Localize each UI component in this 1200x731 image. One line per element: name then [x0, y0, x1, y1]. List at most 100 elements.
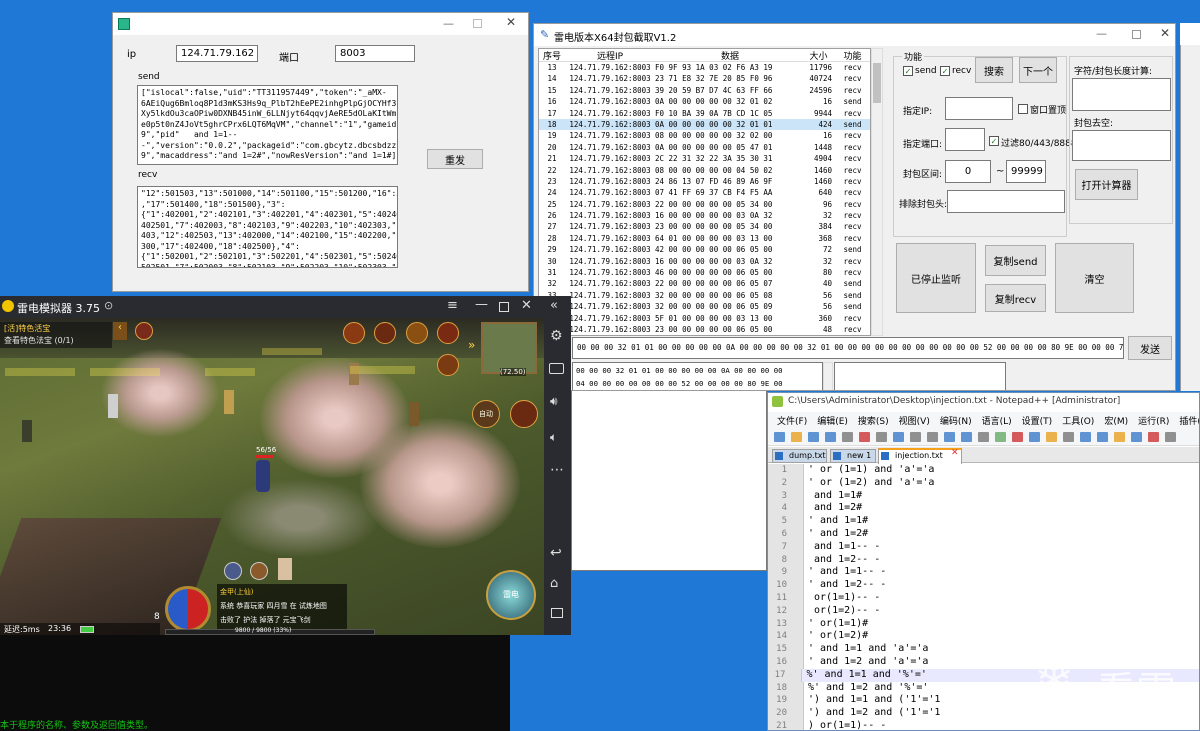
maximize-icon[interactable] [473, 19, 482, 28]
clear-button[interactable]: 清空 [1055, 243, 1134, 313]
keyboard-icon[interactable] [549, 363, 564, 374]
editor-line[interactable]: 1 ' or (1=1) and 'a'='a [768, 464, 1199, 477]
menu-item[interactable]: 语言(L) [977, 412, 1017, 428]
game-screen[interactable]: 56/56 [活]特色活宝 查看特色法宝 (0/1) ‹ » (72.50) 自… [0, 318, 544, 635]
editor-line[interactable]: 4 and 1=2# [768, 502, 1199, 516]
gamepad-icon[interactable]: ⊙ [104, 299, 113, 312]
activity-icon[interactable] [437, 354, 459, 376]
open-calc-button[interactable]: 打开计算器 [1075, 169, 1138, 200]
next-button[interactable]: 下一个 [1019, 57, 1057, 83]
packet-table[interactable]: 序号 远程IP 数据 大小 功能 13 124.71.79.162:8003 F0 … [538, 48, 871, 336]
attack-button[interactable]: 雷电 [486, 570, 536, 620]
search-button[interactable]: 搜索 [975, 57, 1013, 83]
activity-icon[interactable] [437, 322, 459, 344]
menu-item[interactable]: 工具(O) [1057, 412, 1099, 428]
toolbar-icon[interactable] [1063, 432, 1074, 442]
toolbar-icon[interactable] [893, 432, 904, 442]
table-row[interactable]: 14 124.71.79.162:8003 23 71 E8 32 7E 20 85… [539, 73, 870, 84]
table-row[interactable]: 28 124.71.79.162:8003 64 01 00 00 00 00 03… [539, 233, 870, 244]
back-icon[interactable]: ↩ [550, 545, 562, 561]
window-top-checkbox[interactable] [1018, 104, 1028, 114]
npc[interactable] [224, 390, 234, 414]
char-calc-input[interactable] [1072, 78, 1171, 111]
table-row[interactable]: 18 124.71.79.162:8003 0A 00 00 00 00 00 32… [539, 118, 870, 131]
toolbar-icon[interactable] [995, 432, 1006, 442]
toolbar-icon[interactable] [1114, 432, 1125, 442]
recent-apps-icon[interactable] [551, 608, 563, 618]
editor-line[interactable]: 12 or(1=2)-- - [768, 604, 1199, 618]
more-icon[interactable]: ⋯ [550, 462, 564, 478]
send-checkbox[interactable]: ✓ [903, 66, 913, 76]
resend-button[interactable]: 重发 [427, 149, 483, 169]
stop-listen-button[interactable]: 已停止监听 [896, 243, 976, 313]
toolbar-icon[interactable] [859, 432, 870, 442]
item-slot[interactable] [278, 558, 292, 580]
menu-item[interactable]: 视图(V) [894, 412, 935, 428]
toolbar-icon[interactable] [842, 432, 853, 442]
menu-item[interactable]: 搜索(S) [853, 412, 894, 428]
table-row[interactable]: 30 124.71.79.162:8003 16 00 00 00 00 00 03… [539, 256, 870, 267]
expand-icon[interactable]: » [468, 338, 475, 352]
toolbar-icon[interactable] [1148, 432, 1159, 442]
table-row[interactable]: 31 124.71.79.162:8003 46 00 00 00 00 00 06… [539, 267, 870, 278]
editor-line[interactable]: 6 ' and 1=2# [768, 527, 1199, 541]
collapse-icon[interactable]: « [550, 298, 558, 313]
tab-injection[interactable]: injection.txt [878, 448, 962, 464]
editor-line[interactable]: 5 ' and 1=1# [768, 515, 1199, 528]
buff-icon[interactable] [135, 322, 153, 340]
toolbar-icon[interactable] [774, 432, 785, 442]
hex-dump-scrollbar[interactable] [823, 362, 833, 390]
activity-icon[interactable] [374, 322, 396, 344]
recv-textarea[interactable]: "12":501503,"13":501000,"14":501100,"15"… [137, 186, 398, 268]
send-button[interactable]: 发送 [1128, 336, 1172, 360]
send-textarea[interactable]: ["islocal":false,"uid":"TT311957449","to… [137, 85, 398, 165]
toolbar-icon[interactable] [944, 432, 955, 442]
col-header[interactable]: 大小 [805, 49, 835, 61]
menu-item[interactable]: 编辑(E) [812, 412, 853, 428]
range-to-input[interactable]: 99999 [1006, 160, 1046, 183]
table-row[interactable]: 25 124.71.79.162:8003 22 00 00 00 00 00 05… [539, 199, 870, 210]
table-row[interactable]: 15 124.71.79.162:8003 39 20 59 B7 D7 4C 63… [539, 85, 870, 96]
port-input[interactable]: 8003 [335, 45, 415, 62]
quest-collapse-icon[interactable]: ‹ [113, 322, 127, 340]
menu-icon[interactable]: ≡ [447, 298, 458, 313]
copy-send-button[interactable]: 复制send [985, 245, 1046, 276]
toolbar-icon[interactable] [876, 432, 887, 442]
table-scrollbar[interactable] [871, 48, 883, 336]
player-character[interactable] [256, 460, 270, 492]
minimap[interactable] [481, 322, 537, 374]
menu-item[interactable]: 插件(P) [1174, 412, 1199, 428]
table-row[interactable]: 19 124.71.79.162:8003 08 00 00 00 00 00 32… [539, 130, 870, 141]
table-row[interactable]: 33124.71.79.162:800332 00 00 00 00 00 06… [539, 290, 870, 301]
table-row[interactable]: 24 124.71.79.162:8003 07 41 FF 69 37 CB F4… [539, 187, 870, 198]
toolbar-icon[interactable] [927, 432, 938, 442]
table-row[interactable]: 27 124.71.79.162:8003 23 00 00 00 00 00 05… [539, 221, 870, 232]
toolbar-icon[interactable] [1165, 432, 1176, 442]
col-header[interactable]: 功能 [835, 49, 870, 61]
minimize-icon[interactable]: — [1096, 27, 1107, 40]
table-row[interactable]: 32 124.71.79.162:8003 22 00 00 00 00 00 06… [539, 278, 870, 289]
port-input[interactable] [945, 128, 985, 151]
toolbar-icon[interactable] [791, 432, 802, 442]
table-row[interactable]: 22 124.71.79.162:8003 08 00 00 00 00 00 04… [539, 165, 870, 176]
toolbar-icon[interactable] [1029, 432, 1040, 442]
item-slot[interactable] [250, 562, 268, 580]
toolbar-icon[interactable] [1131, 432, 1142, 442]
menu-item[interactable]: 设置(T) [1017, 412, 1058, 428]
menu-item[interactable]: 运行(R) [1133, 412, 1174, 428]
toolbar-icon[interactable] [1012, 432, 1023, 442]
hex-input[interactable]: 00 00 00 32 01 01 00 00 00 00 00 0A 00 0… [572, 337, 1124, 359]
tab-close-icon[interactable]: ✕ [951, 448, 959, 458]
col-header[interactable]: 序号 [539, 49, 565, 61]
toolbar-icon[interactable] [978, 432, 989, 442]
hex-dump[interactable]: 00 00 00 32 01 01 00 00 00 00 00 0A 00 0… [572, 362, 823, 390]
exclude-input[interactable] [947, 190, 1065, 213]
editor-line[interactable]: 2 ' or (1=2) and 'a'='a [768, 476, 1199, 490]
scrollbar-thumb[interactable] [873, 63, 881, 103]
table-row[interactable]: 21 124.71.79.162:8003 2C 22 31 32 22 3A 35… [539, 153, 870, 164]
toolbar-icon[interactable] [1046, 432, 1057, 442]
range-from-input[interactable]: 0 [945, 160, 991, 183]
menu-item[interactable]: 宏(M) [1099, 412, 1133, 428]
editor-line[interactable]: 10 ' and 1=2-- - [768, 579, 1199, 592]
menu-item[interactable]: 编码(N) [935, 412, 977, 428]
